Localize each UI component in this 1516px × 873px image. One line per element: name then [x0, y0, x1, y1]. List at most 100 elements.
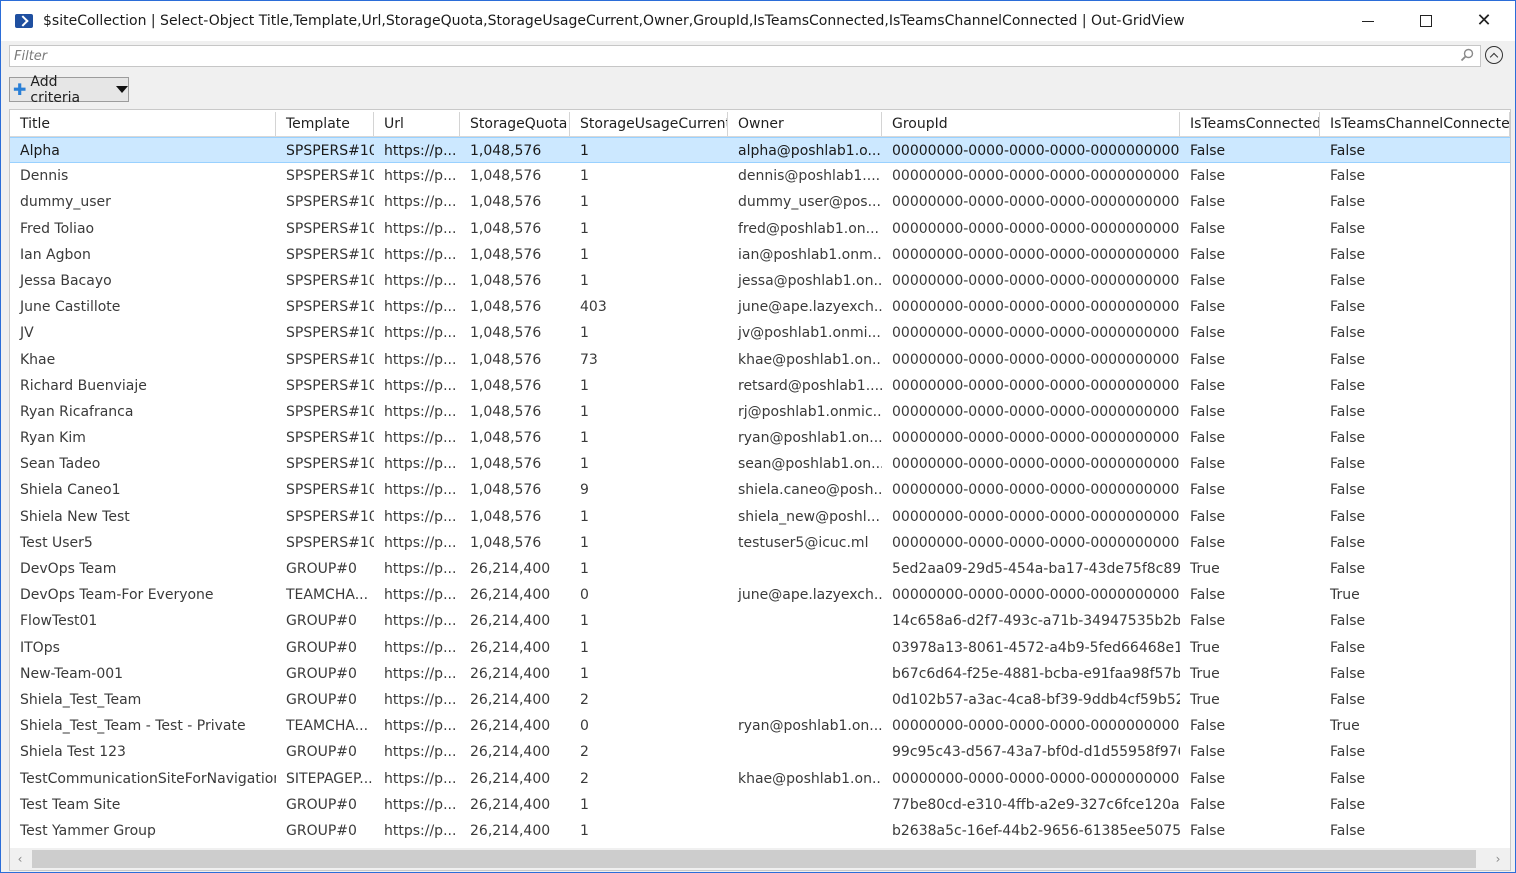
cell-storage-quota: 1,048,576	[470, 220, 542, 237]
scrollbar-thumb[interactable]	[32, 850, 1476, 868]
cell-template: SPSPERS#10	[286, 143, 374, 159]
cell-group-id: 77be80cd-e310-4ffb-a2e9-327c6fce120a	[892, 796, 1180, 813]
cell-is-teams-connected: False	[1190, 377, 1226, 394]
cell-template: SPSPERS#10	[286, 351, 374, 368]
cell-owner: june@ape.lazyexch...	[738, 587, 882, 604]
table-row[interactable]: June Castillote SPSPERS#10 https://p... 1,0…	[10, 294, 1510, 320]
cell-is-teams-channel-connected: False	[1330, 561, 1366, 577]
cell-url: https://p...	[384, 220, 457, 237]
cell-template: SPSPERS#10	[286, 168, 374, 185]
table-row[interactable]: Khae SPSPERS#10 https://p... 1,048,576 73 kha…	[10, 347, 1510, 373]
add-criteria-button[interactable]: ✚ Add criteria	[9, 74, 129, 106]
table-row[interactable]: Shiela_Test_Team GROUP#0 https://p... 26,21…	[10, 687, 1510, 713]
table-row[interactable]: Dennis SPSPERS#10 https://p... 1,048,576 1 de…	[10, 163, 1510, 189]
cell-is-teams-connected: False	[1190, 587, 1226, 604]
cell-url: https://p...	[384, 665, 457, 682]
cell-title: Ryan Kim	[20, 430, 86, 447]
column-header-title[interactable]: Title	[10, 112, 276, 136]
table-row[interactable]: FlowTest01 GROUP#0 https://p... 26,214,400 1…	[10, 608, 1510, 634]
cell-storage-quota: 26,214,400	[470, 587, 551, 604]
table-row[interactable]: dummy_user SPSPERS#10 https://p... 1,048,57…	[10, 189, 1510, 215]
table-row[interactable]: Test Team Site GROUP#0 https://p... 26,214,…	[10, 792, 1510, 818]
cell-storage-usage-current: 1	[580, 665, 589, 682]
table-row[interactable]: Test User5 SPSPERS#10 https://p... 1,048,57…	[10, 530, 1510, 556]
column-header-storage-quota[interactable]: StorageQuota	[460, 112, 570, 136]
table-row[interactable]: Richard Buenviaje SPSPERS#10 https://p... 1…	[10, 373, 1510, 399]
cell-storage-quota: 1,048,576	[470, 377, 542, 394]
cell-url: https://p...	[384, 796, 457, 813]
cell-is-teams-connected: True	[1190, 561, 1220, 577]
cell-is-teams-channel-connected: True	[1330, 587, 1360, 604]
cell-url: https://p...	[384, 639, 457, 656]
close-button[interactable]: ✕	[1455, 1, 1513, 41]
column-header-storage-usage-current[interactable]: StorageUsageCurrent	[570, 112, 728, 136]
scroll-left-icon[interactable]: ‹	[14, 852, 26, 866]
cell-group-id: b67c6d64-f25e-4881-bcba-e91faa98f57b	[892, 665, 1180, 682]
table-row[interactable]: Sean Tadeo SPSPERS#10 https://p... 1,048,57…	[10, 451, 1510, 477]
table-row[interactable]: Jessa Bacayo SPSPERS#10 https://p... 1,048,…	[10, 268, 1510, 294]
table-row[interactable]: Ryan Kim SPSPERS#10 https://p... 1,048,576 1…	[10, 425, 1510, 451]
column-header-template[interactable]: Template	[276, 112, 374, 136]
close-icon: ✕	[1476, 10, 1492, 31]
filter-input[interactable]	[10, 47, 1446, 65]
cell-storage-usage-current: 2	[580, 744, 589, 761]
table-row[interactable]: DevOps Team-For Everyone TEAMCHA... https:…	[10, 582, 1510, 608]
cell-storage-usage-current: 9	[580, 482, 589, 499]
collapse-criteria-icon[interactable]	[1485, 46, 1503, 64]
cell-is-teams-channel-connected: False	[1330, 351, 1366, 368]
cell-owner: ryan@poshlab1.on...	[738, 718, 882, 735]
column-header-is-teams-connected[interactable]: IsTeamsConnected	[1180, 112, 1320, 136]
scroll-right-icon[interactable]: ›	[1492, 852, 1504, 866]
cell-url: https://p...	[384, 691, 457, 708]
column-header-is-teams-channel-connected[interactable]: IsTeamsChannelConnected	[1320, 112, 1510, 136]
table-row[interactable]: Shiela_Test_Team - Test - Private TEAMCHA…	[10, 713, 1510, 739]
cell-owner: shiela.caneo@posh...	[738, 482, 882, 499]
cell-owner: retsard@poshlab1....	[738, 377, 882, 394]
add-criteria-label: Add criteria	[30, 73, 81, 106]
cell-is-teams-channel-connected: False	[1330, 613, 1366, 630]
cell-url: https://p...	[384, 561, 457, 577]
table-row[interactable]: Shiela Test 123 GROUP#0 https://p... 26,214…	[10, 739, 1510, 765]
cell-storage-usage-current: 1	[580, 403, 589, 420]
cell-storage-usage-current: 1	[580, 508, 589, 525]
column-header-owner[interactable]: Owner	[728, 112, 882, 136]
horizontal-scrollbar[interactable]: ‹ ›	[10, 848, 1510, 870]
column-header-url[interactable]: Url	[374, 112, 460, 136]
cell-owner: ian@poshlab1.onm...	[738, 246, 882, 263]
cell-is-teams-connected: False	[1190, 246, 1226, 263]
cell-storage-quota: 1,048,576	[470, 143, 542, 159]
maximize-button[interactable]	[1397, 1, 1455, 41]
cell-title: DevOps Team-For Everyone	[20, 587, 214, 604]
cell-storage-quota: 1,048,576	[470, 272, 542, 289]
cell-is-teams-connected: False	[1190, 168, 1226, 185]
cell-url: https://p...	[384, 194, 457, 211]
cell-group-id: 00000000-0000-0000-0000-000000000000	[892, 377, 1180, 394]
table-row[interactable]: Ryan Ricafranca SPSPERS#10 https://p... 1,0…	[10, 399, 1510, 425]
table-row[interactable]: Alpha SPSPERS#10 https://p... 1,048,576 1 alp…	[10, 137, 1510, 164]
cell-storage-usage-current: 1	[580, 325, 589, 342]
cell-title: Test User5	[20, 534, 93, 551]
table-row[interactable]: JV SPSPERS#10 https://p... 1,048,576 1 jv@pos…	[10, 320, 1510, 346]
table-row[interactable]: Shiela Caneo1 SPSPERS#10 https://p... 1,048…	[10, 477, 1510, 503]
table-row[interactable]: Fred Toliao SPSPERS#10 https://p... 1,048,5…	[10, 216, 1510, 242]
cell-title: Shiela Caneo1	[20, 482, 121, 499]
table-row[interactable]: Shiela New Test SPSPERS#10 https://p... 1,0…	[10, 504, 1510, 530]
cell-group-id: 0d102b57-a3ac-4ca8-bf39-9ddb4cf59b52	[892, 691, 1180, 708]
table-row[interactable]: Ian Agbon SPSPERS#10 https://p... 1,048,576…	[10, 242, 1510, 268]
table-row[interactable]: New-Team-001 GROUP#0 https://p... 26,214,40…	[10, 661, 1510, 687]
table-row[interactable]: ITOps GROUP#0 https://p... 26,214,400 1 03978…	[10, 635, 1510, 661]
cell-owner: sean@poshlab1.on...	[738, 456, 882, 473]
cell-storage-quota: 1,048,576	[470, 508, 542, 525]
cell-storage-usage-current: 73	[580, 351, 598, 368]
cell-owner: june@ape.lazyexch...	[738, 299, 882, 316]
cell-url: https://p...	[384, 482, 457, 499]
table-row[interactable]: DevOps Team GROUP#0 https://p... 26,214,400…	[10, 556, 1510, 582]
table-row[interactable]: Test Yammer Group GROUP#0 https://p... 26,2…	[10, 818, 1510, 844]
cell-is-teams-channel-connected: False	[1330, 534, 1366, 551]
minimize-button[interactable]	[1339, 1, 1397, 41]
title-bar[interactable]: $siteCollection | Select-Object Title,Te…	[1, 1, 1515, 41]
column-header-group-id[interactable]: GroupId	[882, 112, 1180, 136]
table-row[interactable]: TestCommunicationSiteForNavigation SITEPA…	[10, 766, 1510, 792]
cell-storage-quota: 26,214,400	[470, 718, 551, 735]
search-icon[interactable]	[1460, 48, 1474, 62]
